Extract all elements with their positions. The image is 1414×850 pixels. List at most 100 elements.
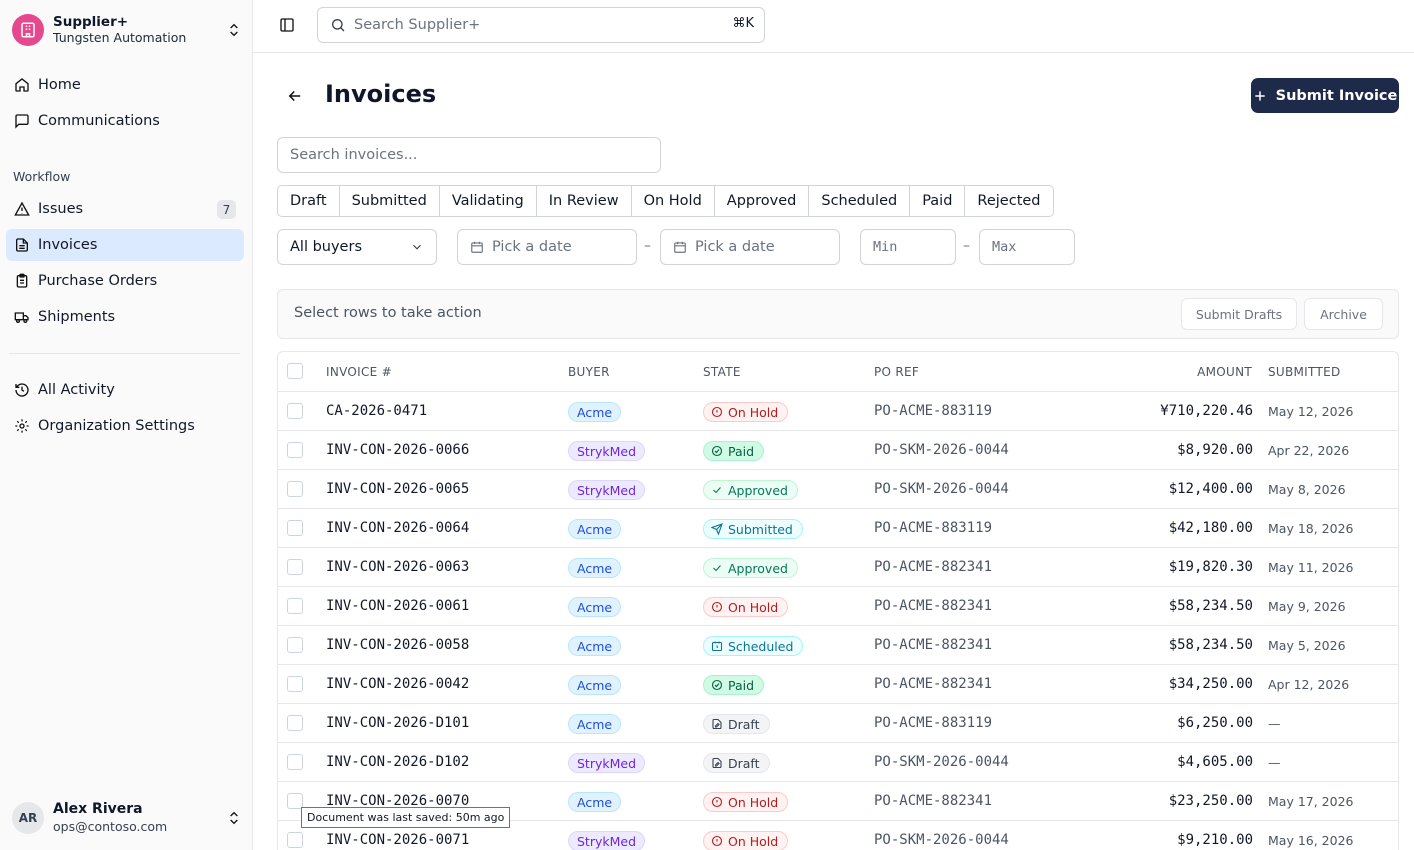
state-label: Paid: [728, 677, 755, 693]
col-buyer[interactable]: BUYER: [568, 365, 610, 379]
invoice-number[interactable]: INV-CON-2026-0061: [326, 598, 469, 614]
po-ref: PO-ACME-882341: [874, 559, 993, 575]
submitted-date: May 12, 2026: [1268, 404, 1354, 419]
tab-validating[interactable]: Validating: [440, 186, 537, 216]
nav-communications-label: Communications: [38, 113, 160, 129]
state-badge: On Hold: [703, 402, 789, 422]
table-row[interactable]: INV-CON-2026-0063 Acme Approved PO-ACME-882…: [278, 548, 1398, 587]
tab-rejected[interactable]: Rejected: [965, 186, 1052, 216]
user-menu[interactable]: AR Alex Rivera ops@contoso.com: [12, 800, 242, 836]
invoice-number[interactable]: INV-CON-2026-0071: [326, 832, 469, 848]
nav-issues[interactable]: Issues 7: [6, 193, 244, 225]
table-row[interactable]: INV-CON-2026-0065 StrykMed Approved PO-SKM-…: [278, 470, 1398, 509]
invoice-number[interactable]: INV-CON-2026-0064: [326, 520, 469, 536]
invoice-number[interactable]: INV-CON-2026-D102: [326, 754, 469, 770]
file-edit-icon: [712, 757, 722, 769]
table-row[interactable]: INV-CON-2026-0064 Acme Submitted PO-ACME-88…: [278, 509, 1398, 548]
nav-all-activity[interactable]: All Activity: [6, 374, 244, 406]
col-po-ref[interactable]: PO REF: [874, 365, 919, 379]
submit-drafts-button[interactable]: Submit Drafts: [1181, 298, 1297, 330]
tab-draft[interactable]: Draft: [278, 186, 340, 216]
row-checkbox[interactable]: [287, 559, 303, 575]
invoice-number[interactable]: INV-CON-2026-0066: [326, 442, 469, 458]
table-row[interactable]: INV-CON-2026-0058 Acme Scheduled PO-ACME-88…: [278, 626, 1398, 665]
amount: $23,250.00: [1168, 793, 1253, 809]
table-row[interactable]: CA-2026-0471 Acme On Hold PO-ACME-883119 ¥71…: [278, 392, 1398, 431]
row-checkbox[interactable]: [287, 442, 303, 458]
nav-invoices[interactable]: Invoices: [6, 229, 244, 261]
calendar-clock-icon: [711, 641, 723, 652]
nav-shipments[interactable]: Shipments: [6, 301, 244, 333]
invoice-number[interactable]: INV-CON-2026-0065: [326, 481, 469, 497]
table-row[interactable]: INV-CON-2026-0042 Acme Paid PO-ACME-882341 $…: [278, 665, 1398, 704]
nav-communications[interactable]: Communications: [6, 105, 244, 137]
row-checkbox[interactable]: [287, 403, 303, 419]
col-invoice[interactable]: INVOICE #: [326, 365, 392, 379]
row-checkbox[interactable]: [287, 520, 303, 536]
col-state[interactable]: STATE: [703, 365, 741, 379]
buyer-select[interactable]: All buyers: [277, 229, 437, 265]
table-row[interactable]: INV-CON-2026-0061 Acme On Hold PO-ACME-8823…: [278, 587, 1398, 626]
state-badge: On Hold: [703, 831, 789, 850]
submitted-date: May 11, 2026: [1268, 560, 1354, 575]
amount-range-separator: –: [963, 238, 970, 254]
tab-in-review[interactable]: In Review: [537, 186, 632, 216]
invoice-number[interactable]: INV-CON-2026-0058: [326, 637, 469, 653]
row-checkbox[interactable]: [287, 754, 303, 770]
row-checkbox[interactable]: [287, 598, 303, 614]
amount-max-input[interactable]: Max: [979, 229, 1075, 265]
row-checkbox[interactable]: [287, 637, 303, 653]
nav-purchase-orders[interactable]: Purchase Orders: [6, 265, 244, 297]
avatar: AR: [12, 802, 44, 834]
invoice-number[interactable]: INV-CON-2026-0042: [326, 676, 469, 692]
date-to-picker[interactable]: Pick a date: [660, 229, 840, 265]
table-row[interactable]: INV-CON-2026-D102 StrykMed Draft PO-SKM-202…: [278, 743, 1398, 782]
arrow-left-icon[interactable]: [286, 87, 304, 105]
submit-invoice-button[interactable]: Submit Invoice: [1251, 78, 1399, 113]
nav-home[interactable]: Home: [6, 69, 244, 101]
state-label: Draft: [728, 716, 760, 732]
submit-invoice-label: Submit Invoice: [1275, 87, 1398, 104]
tab-scheduled[interactable]: Scheduled: [809, 186, 911, 216]
gear-icon: [15, 419, 29, 433]
submitted-date: Apr 12, 2026: [1268, 677, 1350, 692]
invoice-number[interactable]: INV-CON-2026-0063: [326, 559, 469, 575]
date-from-picker[interactable]: Pick a date: [457, 229, 637, 265]
table-row[interactable]: INV-CON-2026-D101 Acme Draft PO-ACME-883119…: [278, 704, 1398, 743]
nav-organization-settings[interactable]: Organization Settings: [6, 410, 244, 442]
row-checkbox[interactable]: [287, 676, 303, 692]
amount-min-input[interactable]: Min: [860, 229, 956, 265]
table-row[interactable]: INV-CON-2026-0066 StrykMed Paid PO-SKM-2026…: [278, 431, 1398, 470]
check-icon: [713, 565, 721, 572]
org-switcher[interactable]: Supplier+ Tungsten Automation: [12, 12, 242, 48]
tab-on-hold[interactable]: On Hold: [632, 186, 715, 216]
col-amount[interactable]: AMOUNT: [1197, 365, 1252, 379]
row-checkbox[interactable]: [287, 715, 303, 731]
po-ref: PO-SKM-2026-0044: [874, 832, 1009, 848]
row-checkbox[interactable]: [287, 832, 303, 848]
invoice-number[interactable]: INV-CON-2026-D101: [326, 715, 469, 731]
global-search-input[interactable]: Search Supplier+ ⌘K: [317, 7, 765, 43]
invoice-number[interactable]: CA-2026-0471: [326, 403, 427, 419]
invoice-search-input[interactable]: Search invoices...: [277, 137, 661, 173]
submitted-date: Apr 22, 2026: [1268, 443, 1350, 458]
row-checkbox[interactable]: [287, 481, 303, 497]
col-submitted[interactable]: SUBMITTED: [1268, 365, 1341, 379]
state-badge: Approved: [703, 558, 798, 578]
state-label: On Hold: [728, 833, 779, 849]
tab-paid[interactable]: Paid: [910, 186, 966, 216]
po-ref: PO-ACME-883119: [874, 715, 993, 731]
submitted-date: May 8, 2026: [1268, 482, 1346, 497]
select-all-checkbox[interactable]: [287, 363, 303, 379]
invoice-search-placeholder: Search invoices...: [290, 147, 418, 163]
po-ref: PO-ACME-883119: [874, 403, 993, 419]
tab-approved[interactable]: Approved: [715, 186, 810, 216]
history-icon: [15, 383, 29, 397]
archive-button[interactable]: Archive: [1304, 298, 1383, 330]
sidebar-toggle-icon[interactable]: [279, 17, 295, 33]
amount: $58,234.50: [1168, 598, 1253, 614]
tab-submitted[interactable]: Submitted: [340, 186, 440, 216]
buyer-badge: StrykMed: [568, 441, 646, 461]
user-name: Alex Rivera: [53, 801, 143, 817]
po-ref: PO-SKM-2026-0044: [874, 754, 1009, 770]
